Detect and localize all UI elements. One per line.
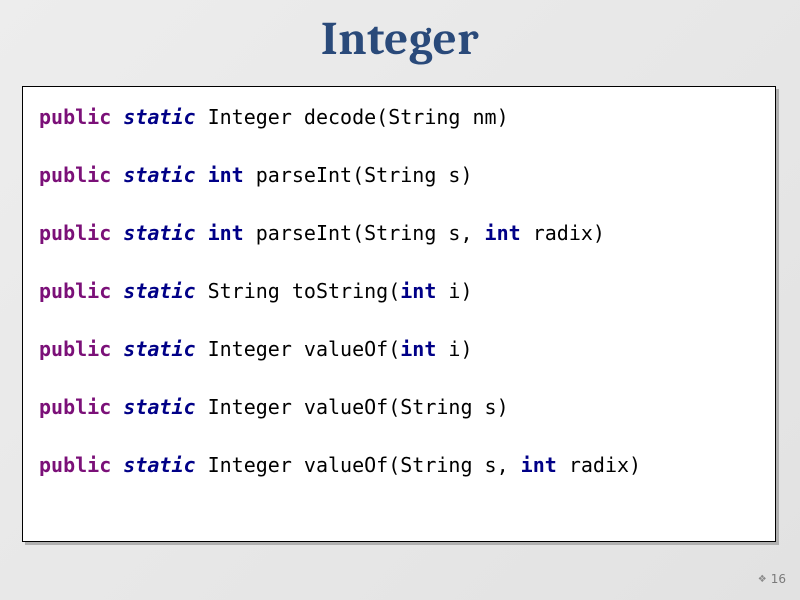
page-number-value: 16 xyxy=(771,572,786,586)
bullet-icon: ❖ xyxy=(758,574,771,585)
code-block: public static Integer decode(String nm) … xyxy=(23,87,775,496)
page-number: ❖16 xyxy=(758,572,786,586)
code-frame: public static Integer decode(String nm) … xyxy=(22,86,776,542)
slide: Integer public static Integer decode(Str… xyxy=(0,0,800,600)
page-title: Integer xyxy=(0,0,800,66)
